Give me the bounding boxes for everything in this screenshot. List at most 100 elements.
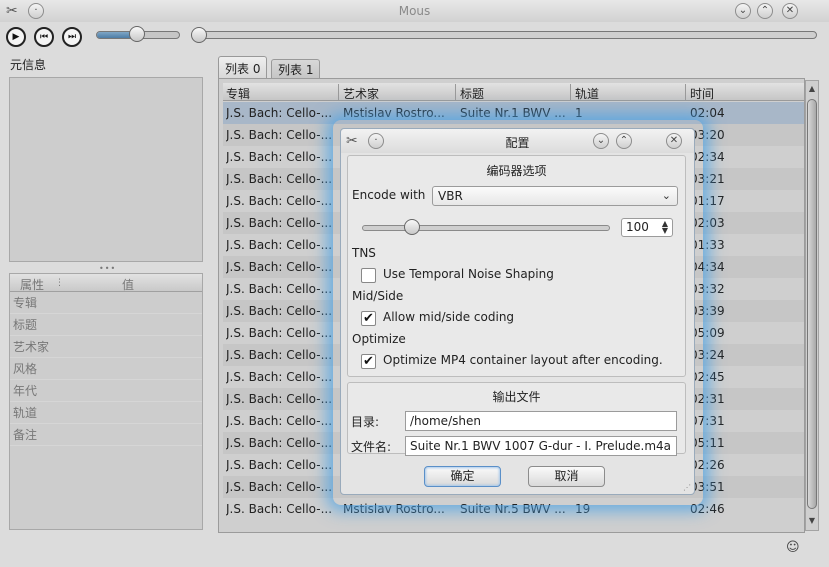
midside-section-title: Mid/Side	[352, 289, 404, 303]
directory-input[interactable]: /home/shen	[405, 411, 677, 431]
window-title: Mous	[398, 4, 431, 18]
property-row[interactable]: 年代	[10, 380, 202, 402]
dialog-minimize-icon[interactable]: ⌄	[593, 133, 609, 149]
cover-art-area	[9, 77, 203, 262]
next-button[interactable]: ⏭	[62, 27, 82, 47]
column-album[interactable]: 专辑	[226, 85, 250, 102]
column-artist[interactable]: 艺术家	[343, 85, 379, 102]
cell-album: J.S. Bach: Cello-...	[226, 326, 333, 340]
skip-back-icon: ⏮	[39, 32, 49, 42]
cell-time: 05:09	[690, 326, 725, 340]
cell-album: J.S. Bach: Cello-...	[226, 392, 333, 406]
column-track[interactable]: 轨道	[575, 85, 599, 102]
tns-checkbox-label[interactable]: Use Temporal Noise Shaping	[383, 267, 554, 281]
encode-with-label: Encode with	[352, 188, 426, 202]
tab-list-0[interactable]: 列表 0	[218, 56, 268, 78]
property-row[interactable]: 标题	[10, 314, 202, 336]
seek-handle[interactable]	[191, 27, 207, 43]
ok-button[interactable]: 确定	[424, 466, 501, 487]
cell-album: J.S. Bach: Cello-...	[226, 502, 333, 516]
cell-album: J.S. Bach: Cello-...	[226, 458, 333, 472]
smiley-icon[interactable]: ☺	[786, 540, 800, 555]
tab-list-1[interactable]: 列表 1	[271, 59, 321, 78]
cell-time: 02:46	[690, 502, 725, 516]
encoder-group-title: 编码器选项	[486, 164, 547, 178]
config-dialog: ✂ · 配置 ⌄ ⌃ ✕ 编码器选项 Encode with VBR ⌄ 100…	[340, 128, 695, 495]
dialog-close-icon[interactable]: ✕	[666, 133, 682, 149]
output-group-title: 输出文件	[492, 390, 541, 404]
cell-time: 03:32	[690, 282, 725, 296]
midside-checkbox-label[interactable]: Allow mid/side coding	[383, 310, 514, 324]
cell-album: J.S. Bach: Cello-...	[226, 348, 333, 362]
cell-album: J.S. Bach: Cello-...	[226, 260, 333, 274]
volume-handle[interactable]	[129, 26, 145, 42]
skip-forward-icon: ⏭	[67, 32, 77, 42]
scroll-down-icon[interactable]: ▼	[806, 514, 818, 528]
cell-time: 02:34	[690, 150, 725, 164]
optimize-section-title: Optimize	[352, 332, 406, 346]
quality-slider[interactable]	[362, 225, 610, 231]
cell-time: 02:31	[690, 392, 725, 406]
cell-time: 03:39	[690, 304, 725, 318]
cell-time: 02:04	[690, 106, 725, 120]
prop-value-header[interactable]: 值	[122, 276, 134, 293]
column-time[interactable]: 时间	[690, 85, 714, 102]
filename-label: 文件名:	[351, 440, 392, 454]
column-title[interactable]: 标题	[460, 85, 484, 102]
cancel-button[interactable]: 取消	[528, 466, 605, 487]
playlist-header: 专辑 艺术家 标题 轨道 时间	[223, 83, 804, 102]
column-separator	[455, 84, 456, 100]
cell-time: 07:31	[690, 414, 725, 428]
property-row[interactable]: 风格	[10, 358, 202, 380]
spin-arrows-icon[interactable]: ▲ ▼	[662, 220, 668, 235]
column-separator	[685, 84, 686, 100]
property-row[interactable]: 专辑	[10, 292, 202, 314]
play-button[interactable]: ▶	[6, 27, 26, 47]
scrollbar-thumb[interactable]	[807, 99, 817, 509]
cell-album: J.S. Bach: Cello-...	[226, 370, 333, 384]
cell-time: 03:20	[690, 128, 725, 142]
dialog-title: 配置	[505, 136, 530, 150]
optimize-checkbox-label[interactable]: Optimize MP4 container layout after enco…	[383, 353, 663, 367]
cell-time: 02:45	[690, 370, 725, 384]
column-separator	[570, 84, 571, 100]
cell-time: 04:34	[690, 260, 725, 274]
play-icon: ▶	[12, 32, 20, 42]
property-row[interactable]: 艺术家	[10, 336, 202, 358]
property-row[interactable]: 轨道	[10, 402, 202, 424]
cell-album: J.S. Bach: Cello-...	[226, 304, 333, 318]
cell-album: J.S. Bach: Cello-...	[226, 238, 333, 252]
maximize-icon[interactable]: ⌃	[757, 3, 773, 19]
previous-button[interactable]: ⏮	[34, 27, 54, 47]
cell-album: J.S. Bach: Cello-...	[226, 172, 333, 186]
cell-album: J.S. Bach: Cello-...	[226, 282, 333, 296]
column-resize-icon: ⋮	[55, 278, 64, 288]
tns-checkbox[interactable]	[361, 268, 376, 283]
cell-album: J.S. Bach: Cello-...	[226, 414, 333, 428]
playlist-scrollbar[interactable]: ▲ ▼	[805, 80, 819, 531]
property-row[interactable]: 备注	[10, 424, 202, 446]
optimize-checkbox[interactable]: ✔	[361, 354, 376, 369]
properties-table: 属性 ⋮ 值 专辑 标题 艺术家 风格 年代 轨道 备注	[9, 273, 203, 530]
prop-key-header[interactable]: 属性	[20, 276, 44, 293]
scroll-up-icon[interactable]: ▲	[806, 82, 818, 96]
quality-slider-handle[interactable]	[404, 219, 420, 235]
cell-album: J.S. Bach: Cello-...	[226, 480, 333, 494]
minimize-icon[interactable]: ⌄	[735, 3, 751, 19]
cell-time: 01:33	[690, 238, 725, 252]
resize-grip-icon[interactable]: ⋰	[683, 483, 691, 492]
dialog-maximize-icon[interactable]: ⌃	[616, 133, 632, 149]
quality-spinbox[interactable]: 100 ▲ ▼	[621, 218, 673, 237]
metadata-title: 元信息	[10, 58, 47, 72]
directory-label: 目录:	[351, 415, 380, 429]
midside-checkbox[interactable]: ✔	[361, 311, 376, 326]
dialog-title-bar: ✂ · 配置 ⌄ ⌃ ✕	[341, 129, 694, 153]
close-icon[interactable]: ✕	[782, 3, 798, 19]
filename-input[interactable]: Suite Nr.1 BWV 1007 G-dur - I. Prelude.m…	[405, 436, 677, 456]
properties-rows: 专辑 标题 艺术家 风格 年代 轨道 备注	[10, 292, 202, 446]
splitter-handle[interactable]: •••	[99, 264, 116, 273]
title-bar: ✂ · Mous ⌄ ⌃ ✕	[0, 0, 829, 22]
cell-album: J.S. Bach: Cello-...	[226, 150, 333, 164]
encode-mode-select[interactable]: VBR ⌄	[432, 186, 678, 206]
seek-slider[interactable]	[192, 31, 817, 39]
